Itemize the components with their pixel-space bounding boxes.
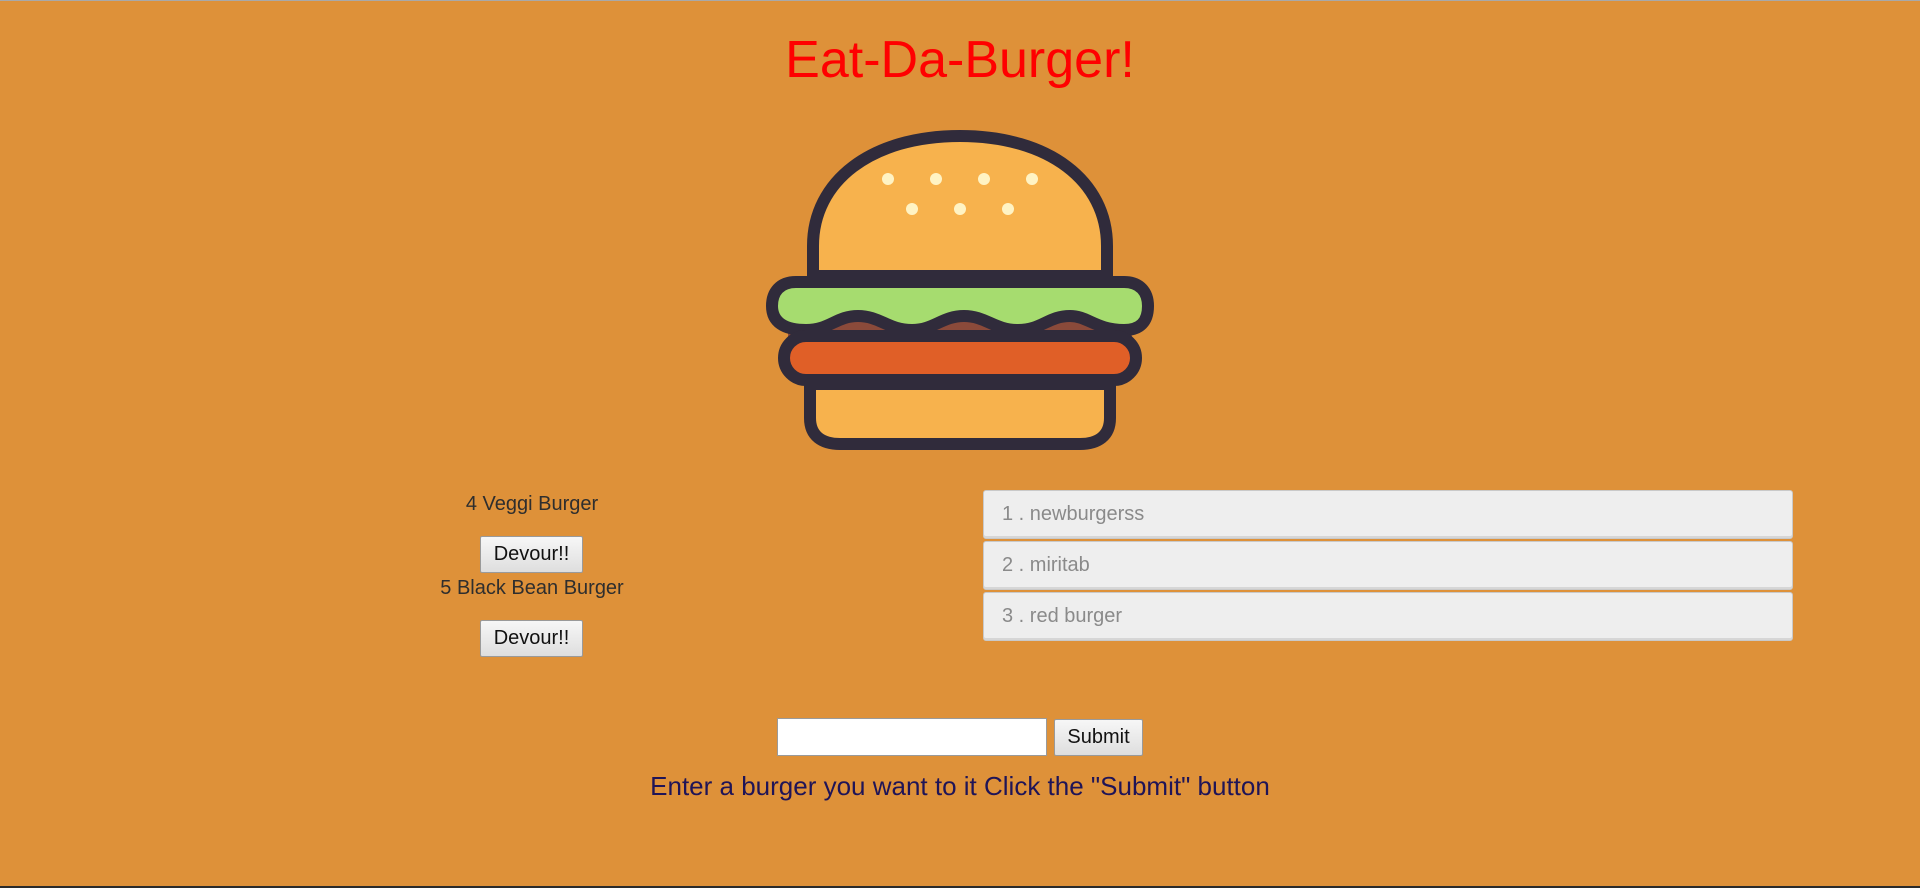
bottom-bun [804, 378, 1116, 450]
uneaten-burger-list: 4 Veggi Burger Devour!! 5 Black Bean Bur… [332, 490, 732, 658]
devour-button[interactable]: Devour!! [480, 620, 583, 657]
devoured-burger-item: 2 . miritab [983, 541, 1793, 590]
devoured-burger-item: 1 . newburgerss [983, 490, 1793, 539]
submit-button[interactable]: Submit [1054, 719, 1143, 756]
burger-name: 4 Veggi Burger [465, 493, 599, 515]
devoured-burger-list: 1 . newburgerss 2 . miritab 3 . red burg… [983, 490, 1793, 643]
burger-item: 5 Black Bean Burger Devour!! [332, 574, 732, 658]
burger-name-input[interactable] [777, 718, 1047, 756]
patty [778, 330, 1142, 386]
devoured-burger-item: 3 . red burger [983, 592, 1793, 641]
burger-name: 5 Black Bean Burger [440, 577, 624, 599]
burger-icon [766, 130, 1154, 450]
devour-button[interactable]: Devour!! [480, 536, 583, 573]
form-instructions: Enter a burger you want to it Click the … [650, 771, 1270, 801]
page-title: Eat-Da-Burger! [785, 31, 1135, 89]
top-border [0, 0, 1920, 1]
burger-item: 4 Veggi Burger Devour!! [332, 490, 732, 574]
